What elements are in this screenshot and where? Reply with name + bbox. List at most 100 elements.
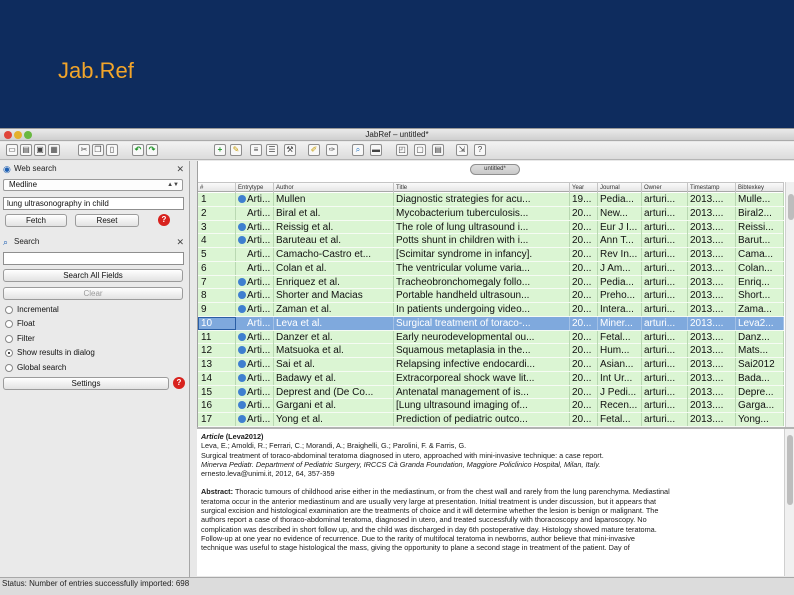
cell-owner: arturi... xyxy=(642,358,688,371)
web-link-icon[interactable] xyxy=(238,373,246,382)
paste-icon[interactable]: ▯ xyxy=(106,144,118,156)
web-link-icon[interactable] xyxy=(238,277,246,286)
cell-year: 20... xyxy=(570,234,598,248)
edit-preamble-icon[interactable]: ≡ xyxy=(250,144,262,156)
cleanup-icon[interactable]: ⚒ xyxy=(284,144,296,156)
web-link-icon[interactable] xyxy=(238,401,246,410)
clear-button[interactable]: Clear xyxy=(3,287,183,300)
table-body: 1 Arti... Mullen Diagnostic strategies for … xyxy=(198,193,784,458)
settings-button[interactable]: Settings xyxy=(3,377,169,390)
column-header-entrytype[interactable]: Entrytype xyxy=(236,183,274,193)
close-search-icon[interactable]: ✕ xyxy=(176,235,184,249)
entrytype-label: Arti... xyxy=(247,304,271,315)
table-scrollbar[interactable] xyxy=(785,182,794,458)
undo-icon[interactable]: ↶ xyxy=(132,144,144,156)
radio-float[interactable] xyxy=(5,320,13,328)
search-help-icon[interactable]: ? xyxy=(173,377,185,389)
table-row[interactable]: 6 Arti... Colan et al. The ventricular volu… xyxy=(198,261,784,276)
web-link-icon[interactable] xyxy=(238,387,246,396)
web-link-icon[interactable] xyxy=(238,195,246,203)
table-row[interactable]: 4 Arti... Baruteau et al. Potts shunt in ch… xyxy=(198,234,784,248)
edit-strings-icon[interactable]: ☰ xyxy=(266,144,278,156)
table-row[interactable]: 11 Arti... Danzer et al. Early neurodevelop… xyxy=(198,330,784,345)
web-link-icon[interactable] xyxy=(238,346,246,355)
table-row[interactable]: 15 Arti... Deprest and (De Co... Antenatal … xyxy=(198,385,784,400)
redo-icon[interactable]: ↷ xyxy=(146,144,158,156)
web-link-icon[interactable] xyxy=(238,415,246,423)
web-link-icon[interactable] xyxy=(238,360,246,368)
toggle-groups-icon[interactable]: ▬ xyxy=(370,144,382,156)
web-link-icon[interactable] xyxy=(238,305,246,313)
table-row[interactable]: 9 Arti... Zaman et al. In patients undergoi… xyxy=(198,303,784,317)
column-header-timestamp[interactable]: Timestamp xyxy=(688,183,736,193)
open-database-icon[interactable]: ▤ xyxy=(20,144,32,156)
web-link-icon[interactable] xyxy=(238,332,246,341)
close-web-search-icon[interactable]: ✕ xyxy=(176,162,184,176)
column-header-journal[interactable]: Journal xyxy=(598,183,642,193)
table-row[interactable]: 17 Arti... Yong et al. Prediction of pediat… xyxy=(198,413,784,427)
preview-scrollbar[interactable] xyxy=(784,429,794,576)
table-row[interactable]: 5 Arti... Camacho-Castro et... [Scimitar sy… xyxy=(198,248,784,262)
table-row[interactable]: 1 Arti... Mullen Diagnostic strategies for … xyxy=(198,193,784,207)
column-header-bibtexkey[interactable]: Bibtexkey xyxy=(736,183,784,193)
copy-icon[interactable]: ❐ xyxy=(92,144,104,156)
search-all-fields-button[interactable]: Search All Fields xyxy=(3,269,183,282)
preview-heading: Article (Leva2012) xyxy=(201,432,781,441)
table-row[interactable]: 13 Arti... Sai et al. Relapsing infective e… xyxy=(198,358,784,372)
preview-abstract-label: Abstract: xyxy=(201,487,234,497)
preview-scrollbar-thumb[interactable] xyxy=(787,435,793,505)
toggle-preview-icon[interactable]: ◰ xyxy=(396,144,408,156)
fetch-button[interactable]: Fetch xyxy=(5,214,67,227)
radio-incremental[interactable] xyxy=(5,306,13,314)
table-row[interactable]: 7 Arti... Enriquez et al. Tracheobronchomeg… xyxy=(198,275,784,290)
column-header-title[interactable]: Title xyxy=(394,183,570,193)
cell-journal: Miner... xyxy=(598,316,642,330)
table-row[interactable]: 2 Arti... Biral et al. Mycobacterium tuberc… xyxy=(198,206,784,221)
radio-global-search[interactable] xyxy=(5,364,13,372)
open-url-icon[interactable]: ⇲ xyxy=(456,144,468,156)
web-search-query-input[interactable]: lung ultrasonography in child xyxy=(3,197,184,210)
table-row[interactable]: 3 Arti... Reissig et al. The role of lung u… xyxy=(198,220,784,235)
cell-bibtexkey: Garga... xyxy=(736,399,784,413)
reset-button[interactable]: Reset xyxy=(75,214,139,227)
open-pdf-icon[interactable]: ▤ xyxy=(432,144,444,156)
new-entry-icon[interactable]: + xyxy=(214,144,226,156)
mark-entries-icon[interactable]: ✐ xyxy=(308,144,320,156)
option-show-results-label: Show results in dialog xyxy=(17,348,95,357)
column-header-owner[interactable]: Owner xyxy=(642,183,688,193)
cell-journal: Fetal... xyxy=(598,330,642,344)
column-header-year[interactable]: Year xyxy=(570,183,598,193)
column-header-number[interactable]: # xyxy=(198,183,236,193)
save-icon[interactable]: ▣ xyxy=(34,144,46,156)
table-scrollbar-thumb[interactable] xyxy=(788,194,794,220)
cell-journal: Ann T... xyxy=(598,234,642,248)
new-database-icon[interactable]: ▭ xyxy=(6,144,18,156)
edit-entry-icon[interactable]: ✎ xyxy=(230,144,242,156)
help-toolbar-icon[interactable]: ? xyxy=(474,144,486,156)
database-select[interactable]: Medline ▲▼ xyxy=(3,179,183,191)
radio-show-results-in-dialog[interactable] xyxy=(5,349,13,357)
web-search-help-icon[interactable]: ? xyxy=(158,214,170,226)
search-toolbar-icon[interactable]: ⌕ xyxy=(352,144,364,156)
cut-icon[interactable]: ✂ xyxy=(78,144,90,156)
table-row[interactable]: 10 Arti... Leva et al. Surgical treatment o… xyxy=(198,316,784,331)
table-row[interactable]: 12 Arti... Matsuoka et al. Squamous metapla… xyxy=(198,344,784,358)
table-row[interactable]: 16 Arti... Gargani et al. [Lung ultrasound … xyxy=(198,399,784,413)
search-icon: ⌕ xyxy=(3,237,9,247)
column-header-author[interactable]: Author xyxy=(274,183,394,193)
preview-abstract-line: teratoma occur in the anterior mediastin… xyxy=(201,496,657,506)
web-link-icon[interactable] xyxy=(238,291,246,300)
radio-filter[interactable] xyxy=(5,335,13,343)
cell-entrytype: Arti... xyxy=(236,413,274,426)
web-link-icon[interactable] xyxy=(238,236,246,245)
search-input[interactable] xyxy=(3,252,184,265)
table-row[interactable]: 8 Arti... Shorter and Macias Portable handh… xyxy=(198,289,784,303)
copy-key-icon[interactable]: ▢ xyxy=(414,144,426,156)
tab-database[interactable]: untitled* xyxy=(470,164,520,175)
save-all-icon[interactable]: ▦ xyxy=(48,144,60,156)
web-link-icon[interactable] xyxy=(238,222,246,231)
unmark-entries-icon[interactable]: ✑ xyxy=(326,144,338,156)
table-row[interactable]: 14 Arti... Badawy et al. Extracorporeal sho… xyxy=(198,371,784,386)
option-filter-label: Filter xyxy=(17,334,35,343)
cell-title: In patients undergoing video... xyxy=(394,303,570,316)
